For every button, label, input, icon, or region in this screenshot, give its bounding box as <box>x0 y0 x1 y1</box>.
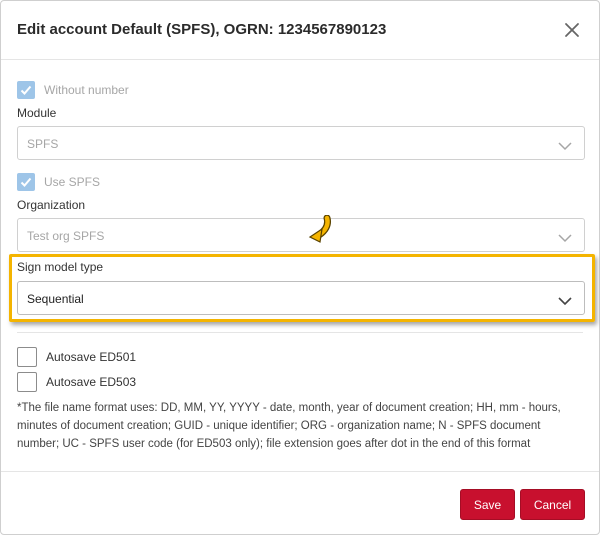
organization-select[interactable]: Test org SPFS <box>17 218 585 252</box>
file-name-format-note: *The file name format uses: DD, MM, YY, … <box>17 402 561 450</box>
checkbox-checked-icon <box>17 173 35 191</box>
cancel-button[interactable]: Cancel <box>520 489 585 520</box>
use-spfs-label: Use SPFS <box>44 175 101 189</box>
close-icon[interactable] <box>561 19 583 41</box>
module-label: Module <box>17 106 57 120</box>
autosave-ed501-checkbox[interactable]: Autosave ED501 <box>17 347 136 367</box>
divider <box>17 332 583 333</box>
autosave-ed501-label: Autosave ED501 <box>46 350 137 364</box>
chevron-down-icon <box>558 230 572 248</box>
use-spfs-checkbox[interactable]: Use SPFS <box>17 172 100 192</box>
chevron-down-icon <box>558 293 572 311</box>
organization-value: Test org SPFS <box>27 229 105 243</box>
organization-label: Organization <box>17 198 86 212</box>
chevron-down-icon <box>558 138 572 156</box>
dialog-header: Edit account Default (SPFS), OGRN: 12345… <box>1 1 599 60</box>
module-select[interactable]: SPFS <box>17 126 585 160</box>
footer-divider <box>1 471 599 472</box>
pointer-arrow-icon <box>307 214 333 250</box>
module-value: SPFS <box>27 137 59 151</box>
without-number-checkbox[interactable]: Without number <box>17 80 129 100</box>
checkbox-checked-icon <box>17 81 35 99</box>
sign-model-label: Sign model type <box>17 260 104 274</box>
sign-model-select[interactable]: Sequential <box>17 281 585 315</box>
sign-model-value: Sequential <box>27 292 84 306</box>
without-number-label: Without number <box>44 83 129 97</box>
autosave-ed503-label: Autosave ED503 <box>46 375 137 389</box>
checkbox-empty-icon <box>17 372 37 392</box>
save-button[interactable]: Save <box>460 489 515 520</box>
autosave-ed503-checkbox[interactable]: Autosave ED503 <box>17 372 136 392</box>
edit-account-dialog: Edit account Default (SPFS), OGRN: 12345… <box>0 0 600 535</box>
dialog-title: Edit account Default (SPFS), OGRN: 12345… <box>17 21 387 38</box>
checkbox-empty-icon <box>17 347 37 367</box>
